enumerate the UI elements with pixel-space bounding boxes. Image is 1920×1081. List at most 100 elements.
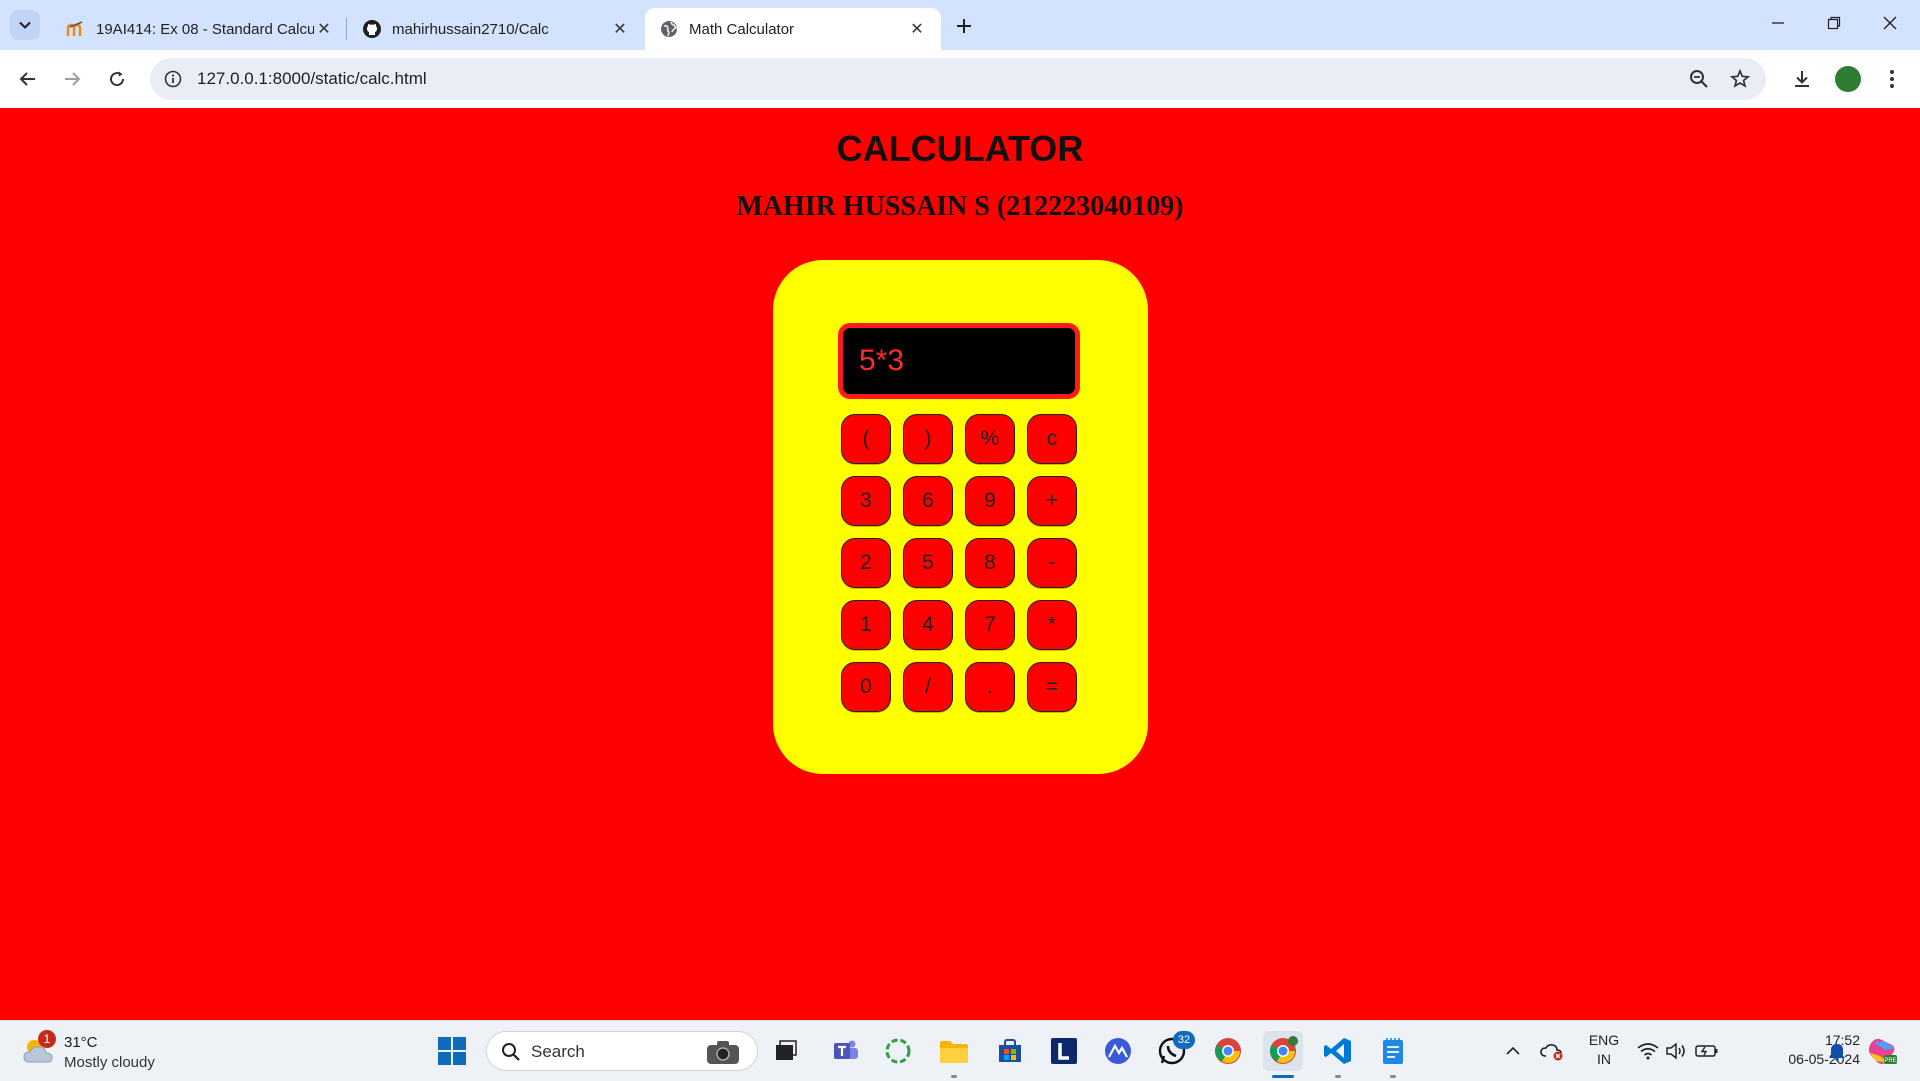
chrome-profile-app[interactable] [1263, 1031, 1303, 1071]
key-7[interactable]: 7 [965, 600, 1015, 650]
key-0[interactable]: 0 [841, 662, 891, 712]
mountain-app-icon [1105, 1038, 1131, 1064]
arc-app[interactable] [1098, 1031, 1138, 1071]
weather-condition: Mostly cloudy [64, 1054, 155, 1071]
restore-button[interactable] [1806, 0, 1862, 46]
key-percent[interactable]: % [965, 414, 1015, 464]
reload-button[interactable] [100, 62, 134, 96]
language-indicator[interactable]: ENG IN [1582, 1031, 1626, 1069]
display-value: 5*3 [859, 344, 905, 377]
key-1[interactable]: 1 [841, 600, 891, 650]
battery-tray[interactable] [1694, 1031, 1720, 1071]
notifications-button[interactable] [1824, 1031, 1850, 1071]
tab-divider [346, 18, 347, 40]
tab-label: 19AI414: Ex 08 - Standard Calcu [96, 20, 314, 38]
chevron-down-icon [19, 21, 31, 29]
search-icon [502, 1043, 520, 1061]
chevron-up-icon [1506, 1046, 1520, 1055]
close-icon [1883, 16, 1897, 30]
author-subtitle: MAHIR HUSSAIN S (212223040109) [736, 191, 1184, 222]
download-button[interactable] [1786, 63, 1818, 95]
avatar [1835, 66, 1861, 92]
circular-app-icon [885, 1038, 911, 1064]
copilot-button[interactable]: PRE [1864, 1031, 1900, 1071]
zoom-icon[interactable] [1686, 66, 1712, 92]
teams-app[interactable] [826, 1031, 866, 1071]
close-icon[interactable]: ✕ [907, 19, 927, 39]
search-label: Search [531, 1042, 585, 1061]
close-icon[interactable]: ✕ [314, 19, 334, 39]
close-icon[interactable]: ✕ [610, 19, 630, 39]
cloud-error-icon [1540, 1044, 1563, 1061]
arrow-right-icon [65, 72, 81, 86]
kebab-menu-icon [1890, 70, 1894, 88]
weather-widget[interactable]: 1 31°C Mostly cloudy [18, 1029, 198, 1073]
new-tab-button[interactable] [950, 12, 978, 40]
download-icon [1795, 71, 1809, 87]
key-plus[interactable]: + [1027, 476, 1077, 526]
key-clear[interactable]: c [1027, 414, 1077, 464]
refresh-app[interactable] [878, 1031, 918, 1071]
store-app[interactable] [990, 1031, 1030, 1071]
weather-badge: 1 [38, 1030, 56, 1048]
key-2[interactable]: 2 [841, 538, 891, 588]
calculator-display: 5*3 [838, 323, 1080, 399]
key-multiply[interactable]: * [1027, 600, 1077, 650]
start-button[interactable] [432, 1031, 472, 1071]
globe-icon [659, 19, 679, 39]
notepad-app[interactable] [1373, 1031, 1413, 1071]
task-view-icon [776, 1040, 797, 1060]
notepad-icon [1383, 1038, 1403, 1064]
camera-icon [707, 1041, 739, 1064]
key-5[interactable]: 5 [903, 538, 953, 588]
file-explorer-app[interactable] [934, 1031, 974, 1071]
key-9[interactable]: 9 [965, 476, 1015, 526]
tab-label: mahirhussain2710/Calc [392, 20, 549, 38]
volume-tray[interactable] [1664, 1031, 1688, 1071]
tab-search-button[interactable] [10, 10, 40, 40]
onedrive-tray[interactable] [1538, 1031, 1566, 1071]
vscode-app[interactable] [1318, 1031, 1358, 1071]
key-6[interactable]: 6 [903, 476, 953, 526]
close-window-button[interactable] [1862, 0, 1918, 46]
key-8[interactable]: 8 [965, 538, 1015, 588]
key-4[interactable]: 4 [903, 600, 953, 650]
key-open-paren[interactable]: ( [841, 414, 891, 464]
arrow-left-icon [19, 72, 35, 86]
chrome-app[interactable] [1208, 1031, 1248, 1071]
tab-math-calculator[interactable]: Math Calculator ✕ [645, 8, 941, 50]
tab-strip: 19AI414: Ex 08 - Standard Calcu ✕ mahirh… [0, 0, 1920, 50]
task-view-button[interactable] [766, 1031, 806, 1071]
l-app[interactable] [1044, 1031, 1084, 1071]
bookmark-star-icon[interactable] [1727, 66, 1753, 92]
key-3[interactable]: 3 [841, 476, 891, 526]
wifi-tray[interactable] [1636, 1031, 1660, 1071]
profile-button[interactable] [1832, 63, 1864, 95]
plus-icon [957, 19, 971, 33]
wifi-icon [1637, 1043, 1659, 1060]
key-decimal[interactable]: . [965, 662, 1015, 712]
forward-button[interactable] [55, 62, 89, 96]
site-info-icon[interactable] [160, 66, 186, 92]
key-minus[interactable]: - [1027, 538, 1077, 588]
letter-l-icon [1051, 1038, 1077, 1064]
show-hidden-icons-button[interactable] [1502, 1031, 1524, 1071]
reload-icon [110, 71, 125, 87]
address-bar[interactable]: 127.0.0.1:8000/static/calc.html [150, 58, 1766, 100]
back-button[interactable] [11, 62, 45, 96]
tab-moodle[interactable]: 19AI414: Ex 08 - Standard Calcu ✕ [52, 8, 348, 50]
page-content: CALCULATOR MAHIR HUSSAIN S (212223040109… [0, 108, 1920, 1020]
battery-charging-icon [1695, 1045, 1718, 1057]
key-divide[interactable]: / [903, 662, 953, 712]
key-equals[interactable]: = [1027, 662, 1077, 712]
key-close-paren[interactable]: ) [903, 414, 953, 464]
minimize-icon [1772, 22, 1784, 24]
menu-button[interactable] [1876, 63, 1908, 95]
minimize-button[interactable] [1750, 0, 1806, 46]
taskbar: 1 31°C Mostly cloudy Search 32 ENG IN 17… [0, 1020, 1920, 1081]
running-app-indicator [1335, 1075, 1341, 1078]
taskbar-search[interactable]: Search [486, 1031, 758, 1071]
tab-github[interactable]: mahirhussain2710/Calc ✕ [348, 8, 644, 50]
page-title: CALCULATOR [836, 128, 1084, 169]
keypad: ( ) % c 3 6 9 + 2 5 8 - 1 4 7 * 0 / . = [841, 414, 1077, 712]
